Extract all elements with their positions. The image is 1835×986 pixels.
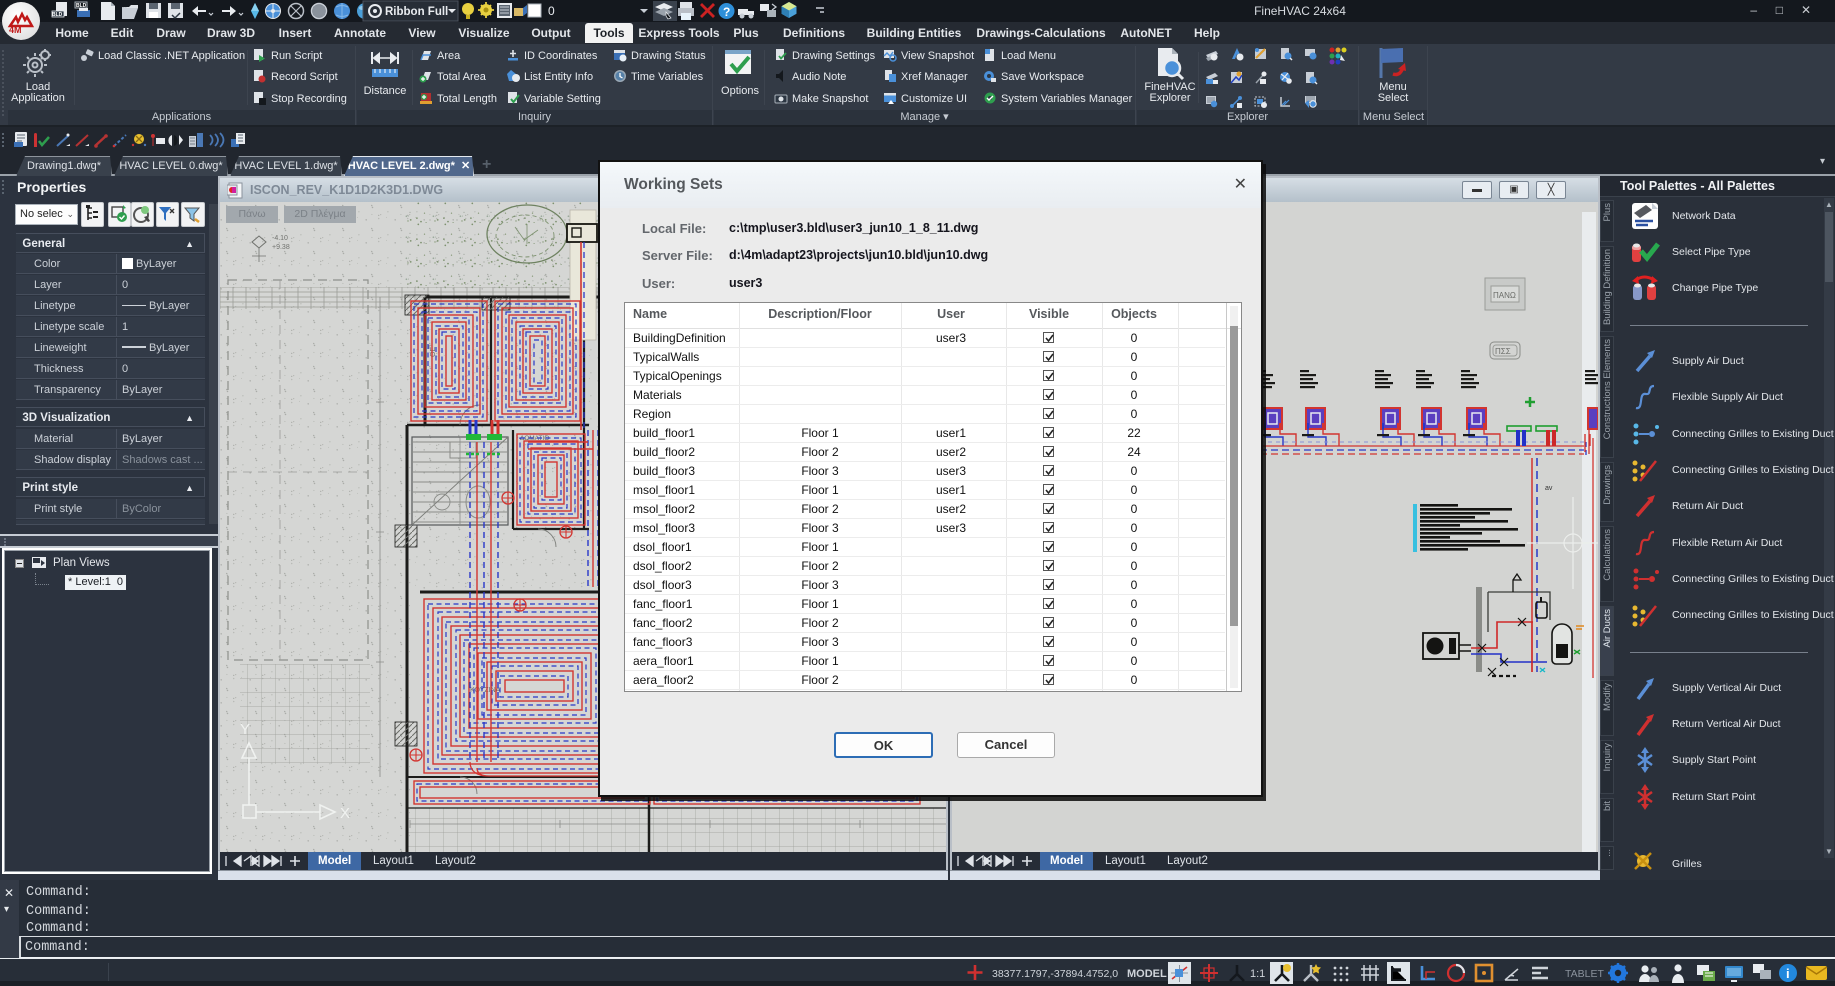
svg-text:Y: Y (240, 721, 250, 738)
svg-text:ΠΑΝΩ: ΠΑΝΩ (1493, 291, 1516, 300)
svg-text:ΠΣΣ: ΠΣΣ (1495, 347, 1511, 356)
svg-text:1:1: 1:1 (1250, 968, 1265, 980)
svg-text:?: ? (723, 5, 730, 19)
svg-text:av: av (1545, 485, 1553, 492)
svg-text:4M: 4M (9, 25, 22, 35)
svg-text:X: X (340, 805, 350, 822)
svg-text:-4.10: -4.10 (272, 235, 288, 242)
svg-text:BLD: BLD (52, 12, 63, 18)
svg-text:+9.38: +9.38 (272, 244, 290, 251)
svg-text:0: 0 (548, 4, 555, 18)
svg-text:TABLET: TABLET (1565, 968, 1604, 980)
svg-text:MODEL: MODEL (1127, 968, 1167, 980)
svg-text:Ribbon Full: Ribbon Full (385, 6, 448, 18)
svg-text:i: i (1786, 966, 1790, 981)
svg-text:38377.1797,-37894.4752,0: 38377.1797,-37894.4752,0 (992, 968, 1118, 980)
